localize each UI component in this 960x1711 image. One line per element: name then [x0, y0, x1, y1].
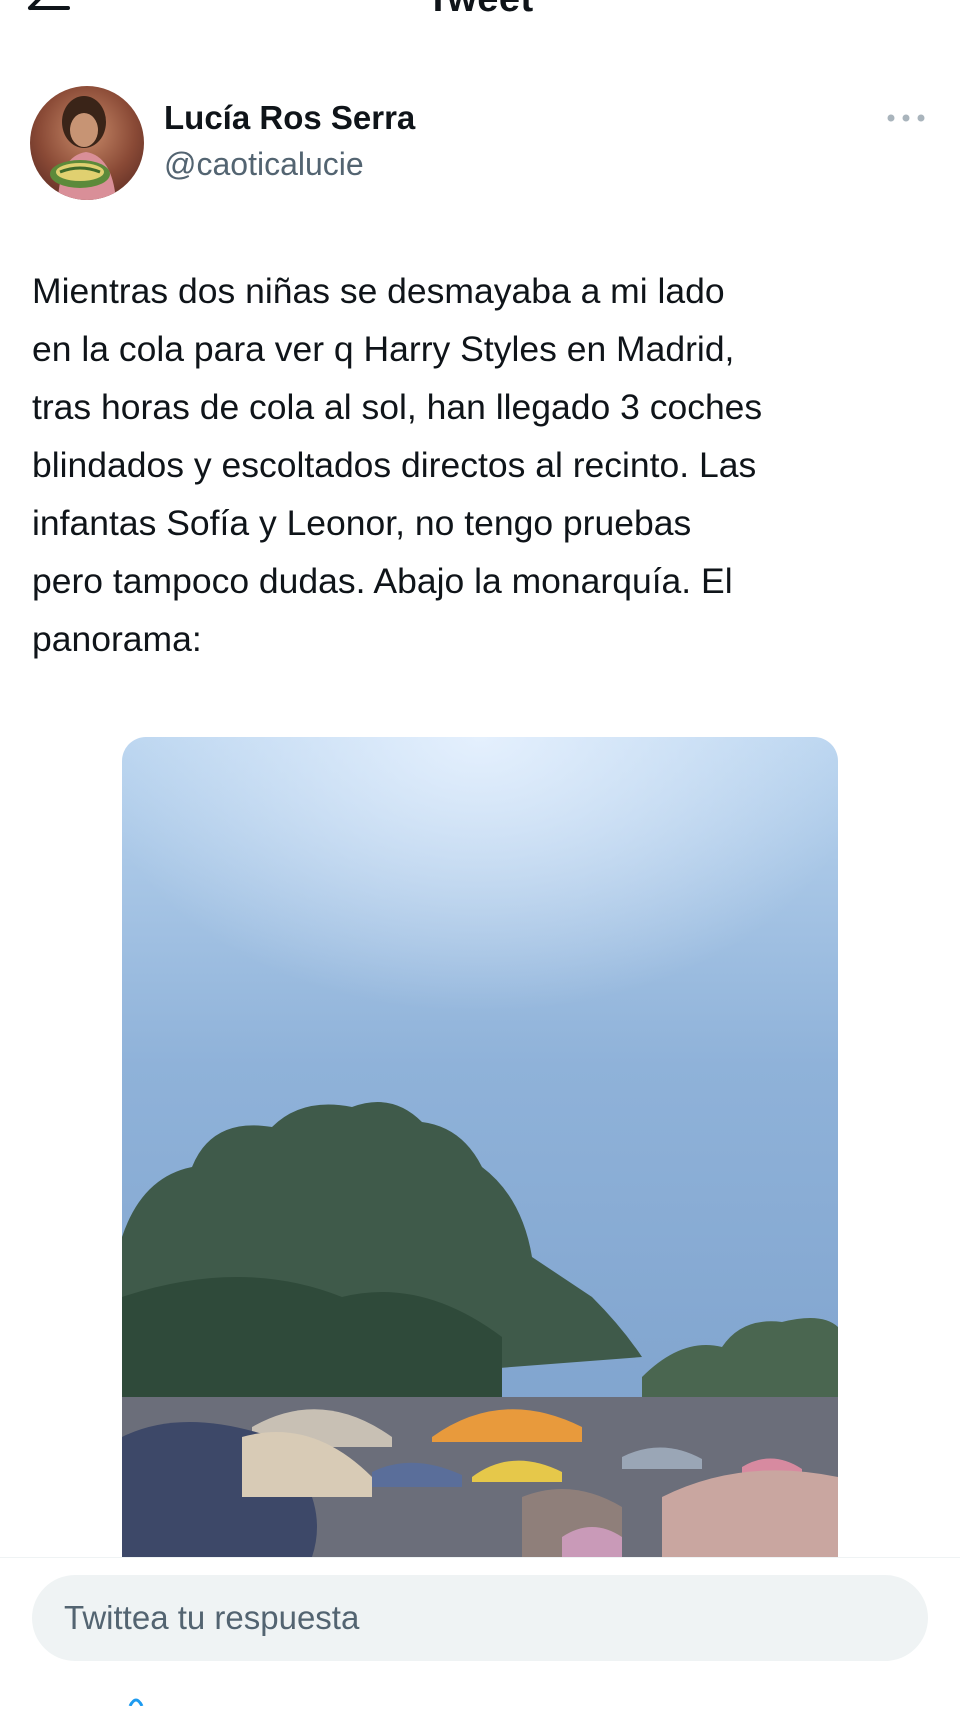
bottom-toolbar-icon: [126, 1690, 146, 1707]
more-horizontal-icon: [887, 114, 925, 122]
reply-bar: Twittea tu respuesta: [0, 1557, 960, 1707]
photo-umbrellas-crowd: [122, 737, 838, 1557]
top-bar: Tweet: [0, 0, 960, 40]
avatar-image: [30, 86, 144, 200]
avatar[interactable]: [30, 86, 144, 200]
page-title: Tweet: [0, 0, 960, 21]
reply-input[interactable]: Twittea tu respuesta: [32, 1575, 928, 1661]
more-options-button[interactable]: [882, 106, 930, 130]
tweet-author: Lucía Ros Serra @caoticalucie: [30, 86, 930, 204]
tweet-photo[interactable]: [122, 737, 838, 1557]
author-display-name[interactable]: Lucía Ros Serra: [164, 99, 415, 137]
partial-icon: [128, 1698, 144, 1707]
author-handle: @caoticalucie: [164, 146, 364, 182]
tweet-text: Mientras dos niñas se desmayaba a mi lad…: [32, 271, 763, 659]
